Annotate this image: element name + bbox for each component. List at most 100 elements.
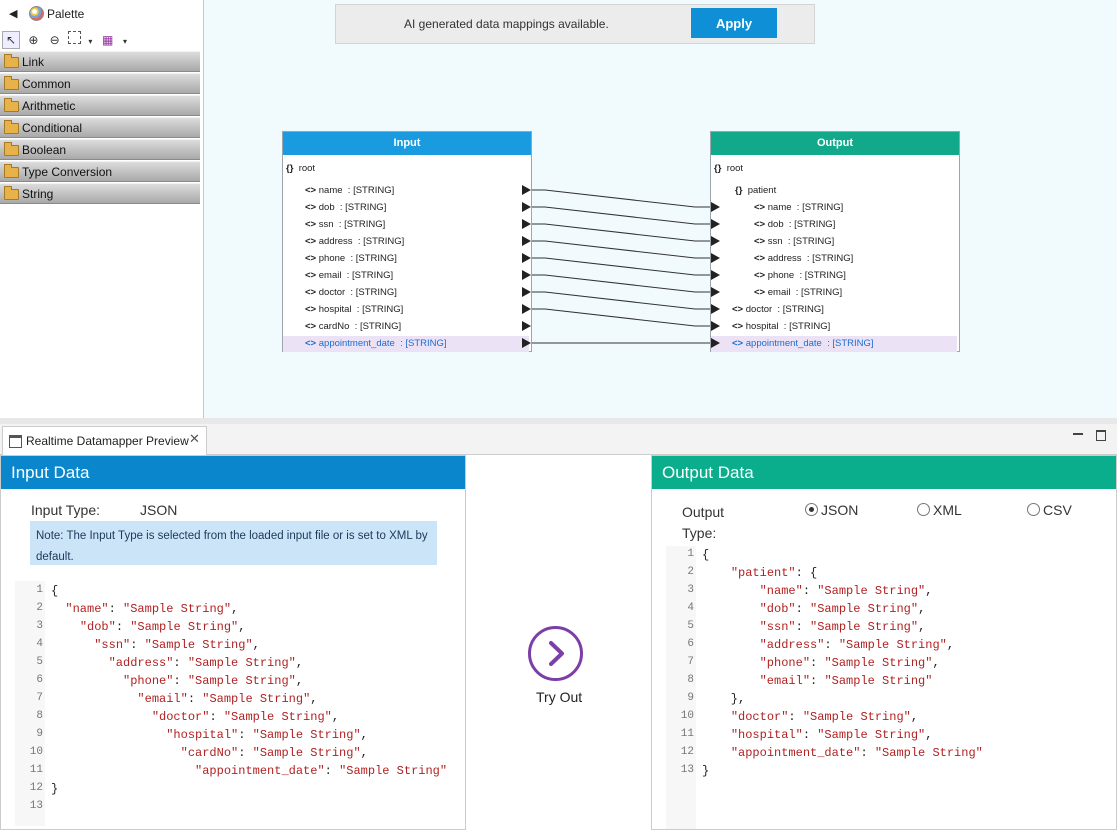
input-field-phone[interactable]: <> phone : [STRING] [283,251,529,267]
line-number: 3 [36,620,43,632]
input-port-ssn[interactable] [522,219,531,229]
line-number: 11 [680,728,694,740]
line-number: 10 [680,710,694,722]
connection-phone[interactable] [531,257,711,276]
code-line: "phone": "Sample String", [123,674,304,688]
output-field-patient-email[interactable]: <> email : [STRING] [711,285,842,301]
line-number: 6 [36,674,43,686]
input-code-editor[interactable]: 1 {2 "name": "Sample String", 3 "dob": "Sa… [15,584,465,824]
output-port-patient-address[interactable] [711,253,720,263]
code-line: "dob": "Sample String", [759,602,926,616]
radio-icon [1027,503,1040,516]
output-field-patient-ssn[interactable]: <> ssn : [STRING] [711,234,834,250]
maximize-icon[interactable] [1096,430,1106,441]
code-line: "cardNo": "Sample String", [180,746,368,760]
output-type-xml-radio[interactable]: XML [917,502,962,518]
code-line: "name": "Sample String", [759,584,933,598]
line-number: 6 [687,638,694,650]
line-number: 7 [36,692,43,704]
input-port-cardNo[interactable] [522,321,531,331]
connection-name[interactable] [531,189,711,208]
input-field-name[interactable]: <> name : [STRING] [283,183,529,199]
line-number: 9 [36,728,43,740]
connection-address[interactable] [531,240,711,259]
code-line: "doctor": "Sample String", [151,710,340,724]
output-port-hospital[interactable] [711,321,720,331]
line-number: 8 [36,710,43,722]
try-out-button[interactable] [528,626,583,681]
input-port-address[interactable] [522,236,531,246]
try-out-area: Try Out [467,455,650,830]
code-line: "hospital": "Sample String", [166,728,368,742]
output-port-patient-email[interactable] [711,287,720,297]
connection-email[interactable] [531,274,711,293]
input-port-doctor[interactable] [522,287,531,297]
line-number: 3 [687,584,694,596]
input-type-label: Input Type: [31,502,101,518]
input-field-dob[interactable]: <> dob : [STRING] [283,200,529,216]
output-field-appointment_date[interactable]: <> appointment_date : [STRING] [711,336,957,352]
input-port-name[interactable] [522,185,531,195]
radio-icon [805,503,818,516]
output-port-patient-name[interactable] [711,202,720,212]
output-port-appointment_date[interactable] [711,338,720,348]
code-line: } [51,782,59,796]
input-field-address[interactable]: <> address : [STRING] [283,234,529,250]
output-field-patient-dob[interactable]: <> dob : [STRING] [711,217,835,233]
input-port-appointment_date[interactable] [522,338,531,348]
tab-realtime-preview[interactable]: Realtime Datamapper Preview ✕ [2,426,207,455]
input-field-ssn[interactable]: <> ssn : [STRING] [283,217,529,233]
code-line: "dob": "Sample String", [79,620,246,634]
input-field-doctor[interactable]: <> doctor : [STRING] [283,285,529,301]
connection-doctor[interactable] [531,291,711,310]
line-number: 12 [29,782,43,794]
connection-hospital[interactable] [531,308,711,327]
input-type-value: JSON [140,502,178,518]
line-number: 4 [687,602,694,614]
connection-ssn[interactable] [531,223,711,242]
output-field-hospital[interactable]: <> hospital : [STRING] [711,319,957,335]
chevron-right-icon [549,641,564,666]
output-field-patient-address[interactable]: <> address : [STRING] [711,251,853,267]
output-patient-group[interactable]: {} patient [735,183,776,199]
output-code-editor[interactable]: 1 {2 "patient": {3 "name": "Sample String… [666,548,1116,828]
line-number: 13 [680,764,694,776]
code-line: { [51,584,59,598]
close-tab-icon[interactable]: ✕ [189,431,200,447]
output-port-doctor[interactable] [711,304,720,314]
output-type-json-radio[interactable]: JSON [805,502,858,518]
line-number: 2 [36,602,43,614]
output-port-patient-ssn[interactable] [711,236,720,246]
line-number: 4 [36,638,43,650]
code-line: "ssn": "Sample String", [94,638,260,652]
code-line: "doctor": "Sample String", [730,710,919,724]
input-field-cardNo[interactable]: <> cardNo : [STRING] [283,319,529,335]
code-line: } [702,764,710,778]
connection-dob[interactable] [531,206,711,225]
minimize-icon[interactable] [1073,433,1083,435]
output-type-csv-radio[interactable]: CSV [1027,502,1072,518]
output-field-patient-phone[interactable]: <> phone : [STRING] [711,268,846,284]
input-data-panel: Input Data Input Type: JSON Note: The In… [0,455,466,830]
preview-view-icon [9,435,22,448]
code-line: "phone": "Sample String", [759,656,940,670]
output-field-doctor[interactable]: <> doctor : [STRING] [711,302,957,318]
output-port-patient-dob[interactable] [711,219,720,229]
input-port-email[interactable] [522,270,531,280]
output-port-patient-phone[interactable] [711,270,720,280]
code-line: "appointment_date": "Sample String" [730,746,983,760]
input-field-hospital[interactable]: <> hospital : [STRING] [283,302,529,318]
try-out-label: Try Out [536,689,583,705]
input-field-email[interactable]: <> email : [STRING] [283,268,529,284]
input-root[interactable]: {} root [286,161,315,177]
output-type-label: Output Type: [682,504,725,541]
input-port-dob[interactable] [522,202,531,212]
input-field-appointment_date[interactable]: <> appointment_date : [STRING] [283,336,529,352]
output-root[interactable]: {} root [714,161,743,177]
input-port-hospital[interactable] [522,304,531,314]
code-line: { [702,548,710,562]
line-number: 7 [687,656,694,668]
input-port-phone[interactable] [522,253,531,263]
output-field-patient-name[interactable]: <> name : [STRING] [711,200,843,216]
line-number: 12 [680,746,694,758]
